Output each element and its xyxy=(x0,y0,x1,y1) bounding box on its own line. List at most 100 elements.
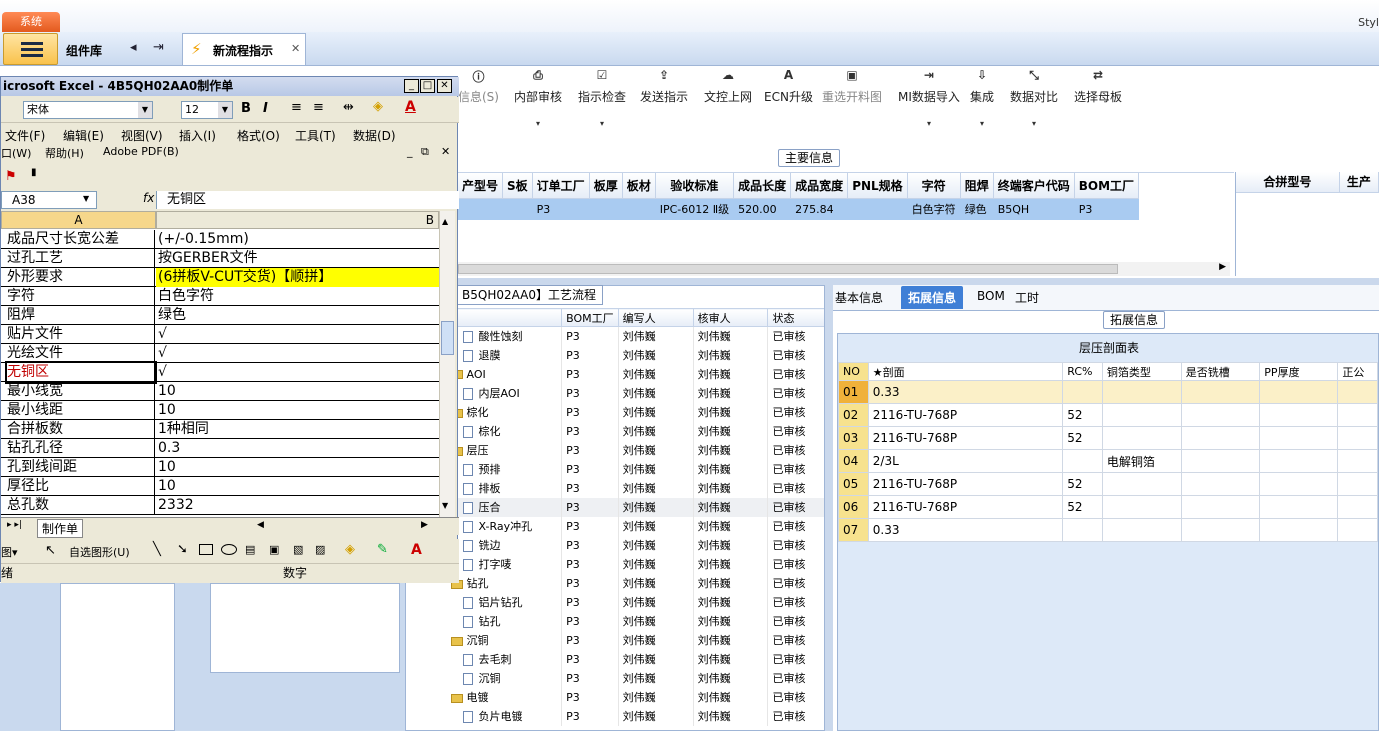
column-header[interactable]: 生产 xyxy=(1339,172,1379,193)
table-row[interactable]: 铣边 P3 刘伟巍 刘伟巍 已审核 xyxy=(406,535,824,555)
minimize-icon[interactable]: _ xyxy=(407,145,413,158)
chevron-down-icon[interactable]: ▾ xyxy=(970,119,994,128)
column-header[interactable]: 字符 xyxy=(907,173,961,199)
cell-a[interactable]: 光绘文件 xyxy=(7,344,155,363)
table-row[interactable]: 03 2116-TU-768P 52 xyxy=(838,426,1378,450)
sheet-row[interactable]: 最小线宽 10 xyxy=(1,382,439,401)
table-row[interactable]: 棕化 P3 刘伟巍 刘伟巍 已审核 xyxy=(406,421,824,441)
column-header[interactable]: BOM工厂 xyxy=(1074,173,1140,199)
column-header[interactable]: 阻焊 xyxy=(960,173,994,199)
system-tab[interactable]: 系统 xyxy=(2,12,60,32)
table-row[interactable]: 钻孔 P3 刘伟巍 刘伟巍 已审核 xyxy=(406,611,824,631)
toolbar-button-9[interactable]: ⤡ 数据对比 ▾ xyxy=(1010,66,1058,132)
sheet-row[interactable]: 阻焊 绿色 xyxy=(1,306,439,325)
font-combo[interactable]: 宋体 ▼ xyxy=(23,101,153,119)
table-row[interactable]: 去毛刺 P3 刘伟巍 刘伟巍 已审核 xyxy=(406,649,824,669)
table-row[interactable]: 负片电镀 P3 刘伟巍 刘伟巍 已审核 xyxy=(406,706,824,726)
sheet-row[interactable]: 贴片文件 √ xyxy=(1,325,439,344)
excel-menu-item[interactable]: 口(W) xyxy=(1,145,31,161)
sheet-tab[interactable]: 制作单 xyxy=(37,519,84,538)
autoshape-button[interactable]: 自选图形(U) xyxy=(69,544,130,560)
column-header[interactable]: 铜箔类型 xyxy=(1101,362,1182,381)
restore-icon[interactable]: ⧉ xyxy=(421,145,429,159)
column-header-a[interactable]: A xyxy=(1,211,156,229)
excel-menu-item[interactable]: 编辑(E) xyxy=(63,127,104,144)
sheet-row[interactable]: 过孔工艺 按GERBER文件 xyxy=(1,249,439,268)
table-row[interactable]: 内层AOI P3 刘伟巍 刘伟巍 已审核 xyxy=(406,383,824,403)
column-header[interactable]: S板 xyxy=(502,173,533,199)
sheet-row[interactable]: 合拼板数 1种相同 xyxy=(1,420,439,439)
chevron-down-icon[interactable]: ▾ xyxy=(578,119,626,128)
toolbar-button-0[interactable]: ⓘ 信息(S) xyxy=(458,66,499,132)
tab-new-process[interactable]: ⚡ 新流程指示 ✕ xyxy=(182,33,306,65)
sheet-row[interactable]: 最小线距 10 xyxy=(1,401,439,420)
arrow-icon[interactable]: ➘ xyxy=(177,542,188,557)
excel-menu-item[interactable]: 帮助(H) xyxy=(45,145,84,161)
column-header[interactable]: 正公 xyxy=(1337,362,1378,381)
excel-menu-item[interactable]: 视图(V) xyxy=(121,127,163,144)
column-header[interactable]: 状态 xyxy=(767,308,824,327)
table-row[interactable]: P3 IPC-6012 Ⅱ级 520.00 275.84 白色字符 绿色 B5QH P3 xyxy=(458,198,1140,220)
excel-menu-item[interactable]: 文件(F) xyxy=(5,127,45,144)
tab-0[interactable]: 基本信息 xyxy=(835,289,883,306)
cell-b[interactable]: √ xyxy=(156,344,439,363)
clipart-icon[interactable]: ▧ xyxy=(293,543,303,556)
minimize-button[interactable]: _ xyxy=(404,79,419,93)
sheet-row[interactable]: 字符 白色字符 xyxy=(1,287,439,306)
line-icon[interactable]: ╲ xyxy=(153,542,161,557)
column-header[interactable]: 订单工厂 xyxy=(532,173,590,199)
cell-a[interactable]: 字符 xyxy=(7,287,155,306)
column-header[interactable]: NO xyxy=(838,362,869,381)
column-header[interactable]: RC% xyxy=(1062,362,1103,381)
table-row[interactable]: 排板 P3 刘伟巍 刘伟巍 已审核 xyxy=(406,478,824,498)
cell-b[interactable]: 1种相同 xyxy=(156,420,439,439)
textbox-icon[interactable]: ▤ xyxy=(245,543,255,556)
cell-a[interactable]: 厚径比 xyxy=(7,477,155,496)
toolbar-button-5[interactable]: A ECN升级 xyxy=(764,66,813,132)
cell-a[interactable]: 最小线距 xyxy=(7,401,155,420)
cell-a[interactable]: 外形要求 xyxy=(7,268,155,287)
horizontal-splitter[interactable] xyxy=(458,278,1379,285)
font-color-icon[interactable]: A xyxy=(405,99,416,115)
cell-b[interactable]: 10 xyxy=(156,477,439,496)
excel-menu-item[interactable]: Adobe PDF(B) xyxy=(103,145,179,158)
sheet-row[interactable]: 钻孔孔径 0.3 xyxy=(1,439,439,458)
toolbar-button-7[interactable]: ⇥ MI数据导入 ▾ xyxy=(898,66,960,132)
merge-icon[interactable]: ⇹ xyxy=(343,100,354,115)
cell-a[interactable]: 阻焊 xyxy=(7,306,155,325)
sheet-row[interactable]: 总孔数 2332 xyxy=(1,496,439,515)
cell-a[interactable]: 贴片文件 xyxy=(7,325,155,344)
oval-icon[interactable] xyxy=(221,544,237,555)
line-color-icon[interactable]: ✎ xyxy=(377,542,388,557)
font-color-icon[interactable]: A xyxy=(411,542,422,558)
column-header-b[interactable]: B xyxy=(156,211,439,229)
rectangle-icon[interactable] xyxy=(199,544,213,555)
table-row[interactable]: 01 0.33 xyxy=(838,380,1378,404)
horizontal-scrollbar[interactable]: ▶ xyxy=(458,262,1230,276)
tab-nav-icon[interactable]: ▸ ▸| xyxy=(7,520,22,530)
table-row[interactable]: 07 0.33 xyxy=(838,518,1378,542)
excel-menu-item[interactable]: 数据(D) xyxy=(353,127,396,144)
chevron-down-icon[interactable]: ▼ xyxy=(83,194,89,203)
column-header[interactable]: 板材 xyxy=(622,173,656,199)
column-header[interactable]: 产型号 xyxy=(458,173,504,199)
formula-bar[interactable]: 无铜区 xyxy=(156,191,459,209)
scrollbar-thumb[interactable] xyxy=(458,264,1118,274)
excel-menu-item[interactable]: 工具(T) xyxy=(295,127,336,144)
column-header[interactable]: 终端客户代码 xyxy=(993,173,1075,199)
table-row[interactable]: 打字唛 P3 刘伟巍 刘伟巍 已审核 xyxy=(406,554,824,574)
toolbar-button-8[interactable]: ⇩ 集成 ▾ xyxy=(970,66,994,132)
picture-icon[interactable]: ▨ xyxy=(315,543,325,556)
align-right-icon[interactable]: ≡ xyxy=(313,100,324,115)
pin-icon[interactable]: ⇥ xyxy=(153,40,164,55)
table-row[interactable]: 02 2116-TU-768P 52 xyxy=(838,403,1378,427)
tab-3[interactable]: 工时 xyxy=(1015,289,1039,306)
tab-1[interactable]: 拓展信息 xyxy=(901,286,964,309)
table-row[interactable]: 铝片钻孔 P3 刘伟巍 刘伟巍 已审核 xyxy=(406,592,824,612)
table-row[interactable]: 酸性蚀刻 P3 刘伟巍 刘伟巍 已审核 xyxy=(406,326,824,346)
toolbar-button-4[interactable]: ☁ 文控上网 xyxy=(704,66,752,132)
wordart-icon[interactable]: ▣ xyxy=(269,543,279,556)
column-header[interactable]: BOM工厂 xyxy=(561,308,619,327)
cell-a[interactable]: 孔到线间距 xyxy=(7,458,155,477)
chevron-down-icon[interactable]: ▾ xyxy=(1010,119,1058,128)
